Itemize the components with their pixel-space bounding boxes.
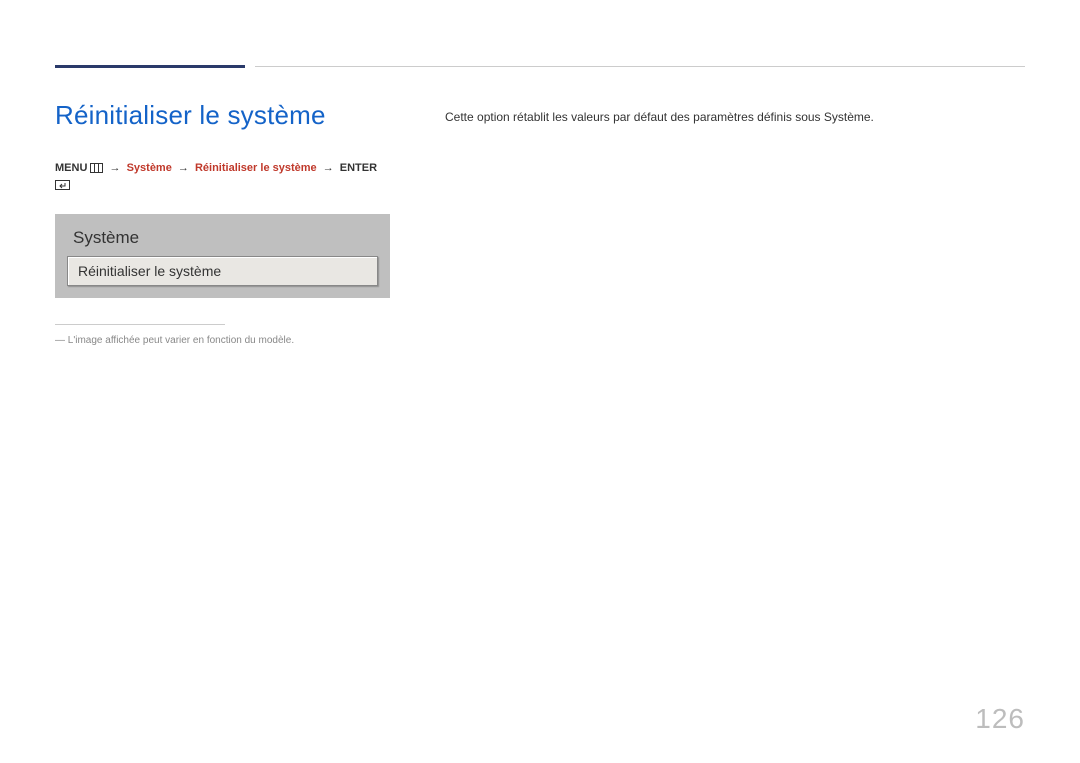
header-rule — [255, 66, 1025, 67]
footnote-separator — [55, 324, 225, 325]
content-area: Réinitialiser le système MENU → Système … — [55, 65, 1025, 346]
menu-icon — [90, 163, 103, 178]
description-text: Cette option rétablit les valeurs par dé… — [445, 108, 1025, 127]
breadcrumb-menu-label: MENU — [55, 162, 87, 174]
breadcrumb: MENU → Système → Réinitialiser le systèm… — [55, 161, 390, 196]
osd-header: Système — [73, 228, 372, 248]
manual-page: Réinitialiser le système MENU → Système … — [0, 0, 1080, 763]
osd-menu-item: Réinitialiser le système — [67, 256, 378, 286]
osd-preview: Système Réinitialiser le système — [55, 214, 390, 298]
page-title: Réinitialiser le système — [55, 100, 390, 131]
page-number: 126 — [975, 703, 1025, 735]
arrow-icon: → — [178, 162, 189, 174]
arrow-icon: → — [323, 162, 334, 174]
enter-icon — [55, 180, 70, 195]
arrow-icon: → — [110, 162, 121, 174]
breadcrumb-enter-label: ENTER — [340, 162, 377, 174]
footnote-text: L'image affichée peut varier en fonction… — [55, 335, 390, 346]
left-column: Réinitialiser le système MENU → Système … — [55, 100, 390, 346]
right-column: Cette option rétablit les valeurs par dé… — [390, 100, 1025, 346]
breadcrumb-path-1: Système — [127, 162, 172, 174]
breadcrumb-path-2: Réinitialiser le système — [195, 162, 317, 174]
header-accent-bar — [55, 65, 245, 68]
